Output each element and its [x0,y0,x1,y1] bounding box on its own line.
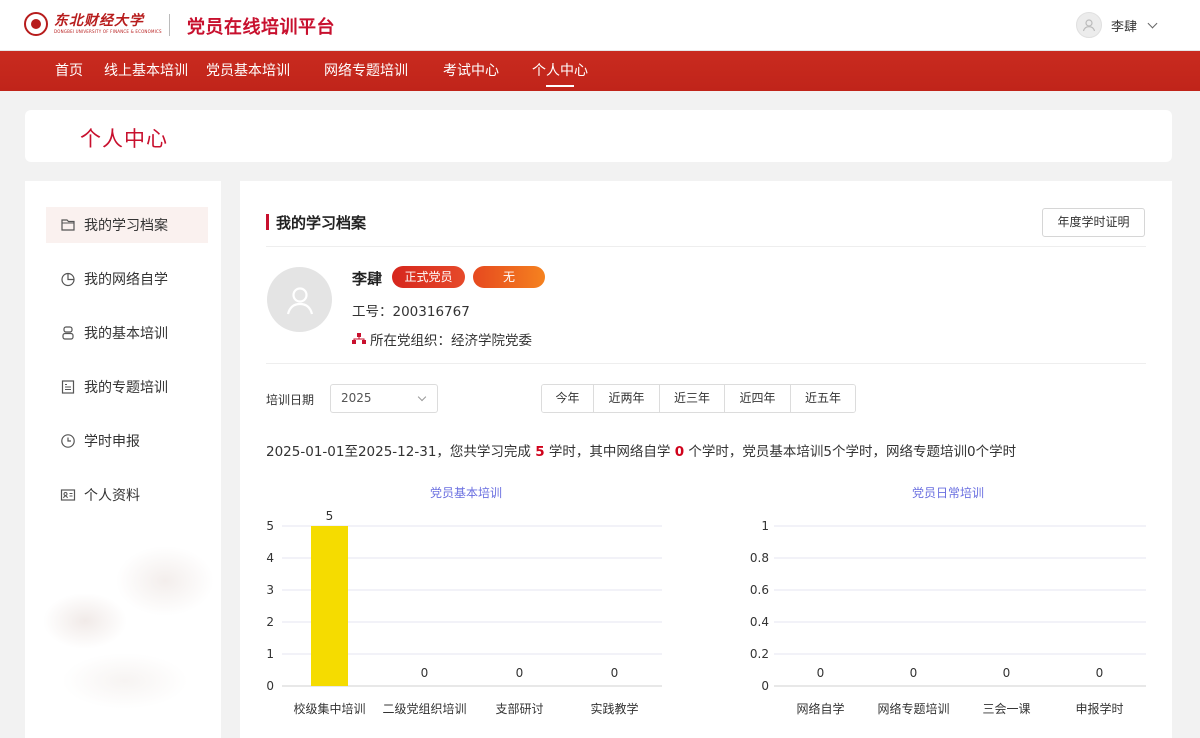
x-category-label: 实践教学 [590,701,638,716]
user-name: 李肆 [1110,19,1137,35]
sidebar-item-study-record[interactable]: 我的学习档案 [46,207,208,243]
chevron-down-icon [1147,18,1158,28]
sidebar-item-label: 个人资料 [84,488,140,504]
sidebar-item-basic-training[interactable]: 我的基本培训 [46,315,208,351]
y-tick-label: 3 [266,583,274,597]
nav-item-home[interactable]: 首页 [55,51,83,91]
logo-chinese-name: 东北财经大学 [54,13,144,29]
sidebar-item-personal-info[interactable]: 个人资料 [46,477,208,513]
sidebar-item-label: 我的基本培训 [84,326,168,342]
bar-value-label: 0 [1096,666,1104,680]
x-category-label: 网络专题培训 [877,701,949,716]
y-tick-label: 2 [266,615,274,629]
bar-value-label: 0 [1003,666,1011,680]
bar-value-label: 0 [421,666,429,680]
folder-icon [60,217,76,233]
top-header: 东北财经大学 DONGBEI UNIVERSITY OF FINANCE & E… [0,0,1200,51]
id-card-icon [60,487,76,503]
university-logo[interactable]: 东北财经大学 DONGBEI UNIVERSITY OF FINANCE & E… [24,12,162,36]
bar-value-label: 0 [516,666,524,680]
y-tick-label: 0 [761,679,769,693]
nav-item-network-topic[interactable]: 网络专题培训 [324,51,408,91]
training-charts: 0 1 2 3 4 5 5 校级集中培训 0 二级党组织培训 0 支部研讨 0 实践教学 0 0.2 0.4 0.… [266,509,1146,716]
y-tick-label: 0.2 [750,647,769,661]
sidebar-item-label: 学时申报 [84,434,140,450]
y-tick-label: 0.4 [750,615,769,629]
nav-item-member-basic[interactable]: 党员基本培训 [206,51,290,91]
clock-icon [60,433,76,449]
bar-value-label: 0 [611,666,619,680]
bar [311,526,348,686]
sidebar-item-network-self-study[interactable]: 我的网络自学 [46,261,208,297]
y-tick-label: 0 [266,679,274,693]
logo-english-name: DONGBEI UNIVERSITY OF FINANCE & ECONOMIC… [54,29,162,34]
sidebar-item-label: 我的学习档案 [84,218,168,234]
page-title: 个人中心 [80,127,168,151]
document-icon [60,379,76,395]
sidebar: 我的学习档案 我的网络自学 我的基本培训 我的专题培训 学时申报 个人资料 [25,181,221,738]
y-tick-label: 0.8 [750,551,769,565]
nav-item-online-basic[interactable]: 线上基本培训 [104,51,188,91]
y-tick-label: 1 [266,647,274,661]
nav-item-personal-center[interactable]: 个人中心 [532,51,588,91]
user-menu[interactable]: 李肆 [1075,12,1158,38]
x-category-label: 申报学时 [1075,701,1123,716]
study-record-panel: 我的学习档案 年度学时证明 李肆 正式党员 无 工号：200316767 所在党… [240,181,1172,738]
pie-chart-icon [60,271,76,287]
bar-value-label: 0 [817,666,825,680]
site-title: 党员在线培训平台 [187,17,335,38]
y-tick-label: 4 [266,551,274,565]
nav-item-exam-center[interactable]: 考试中心 [443,51,499,91]
page-title-card: 个人中心 [25,110,1172,162]
header-divider [169,14,170,36]
x-category-label: 支部研讨 [495,701,543,716]
bar-value-label: 0 [910,666,918,680]
main-nav: 首页 线上基本培训 党员基本培训 网络专题培训 考试中心 个人中心 [0,51,1200,91]
x-category-label: 三会一课 [982,702,1030,716]
x-category-label: 网络自学 [796,701,844,716]
y-tick-label: 0.6 [750,583,769,597]
layers-icon [60,325,76,341]
user-avatar-icon [1075,12,1102,38]
y-tick-label: 1 [761,519,769,533]
y-tick-label: 5 [266,519,274,533]
sidebar-item-hour-declaration[interactable]: 学时申报 [46,423,208,459]
x-category-label: 二级党组织培训 [382,701,466,716]
sidebar-item-topic-training[interactable]: 我的专题培训 [46,369,208,405]
decorative-landscape [25,491,221,738]
bar-value-label: 5 [326,509,334,523]
sidebar-item-label: 我的网络自学 [84,272,168,288]
university-seal-icon [24,12,48,36]
sidebar-item-label: 我的专题培训 [84,380,168,396]
x-category-label: 校级集中培训 [293,701,365,716]
